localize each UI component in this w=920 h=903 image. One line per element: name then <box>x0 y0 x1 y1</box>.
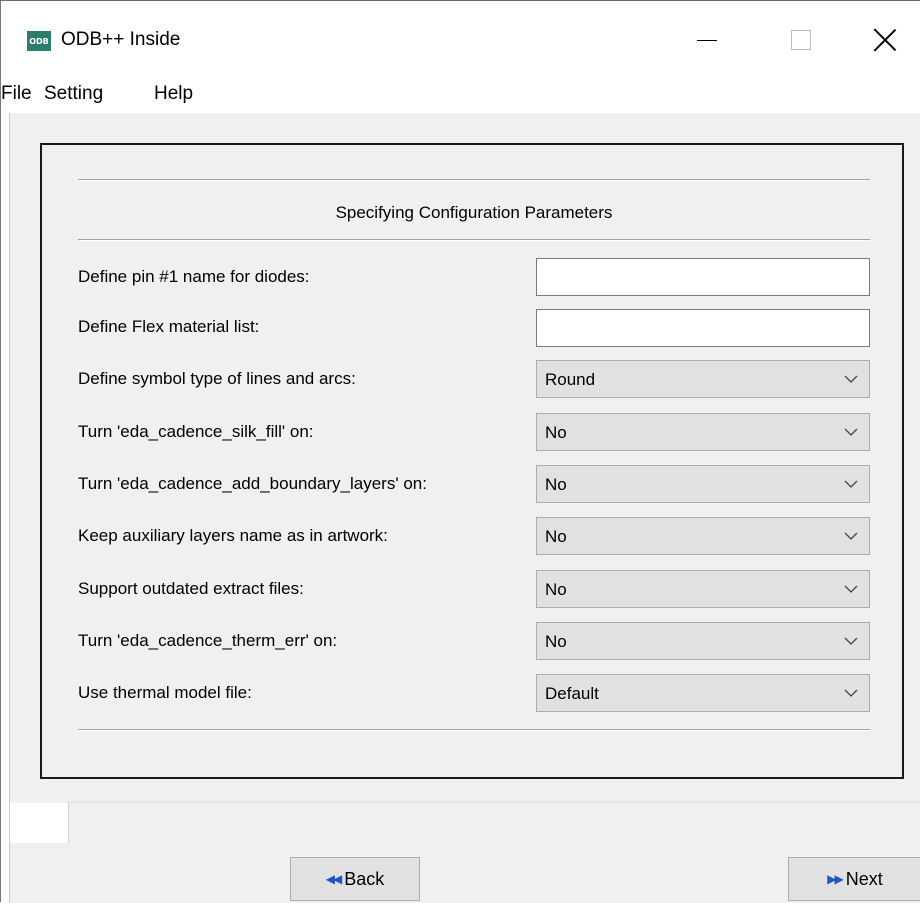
footer-divider <box>68 801 920 803</box>
menu-bar: File Setting Help <box>1 75 920 113</box>
boundary-layers-label: Turn 'eda_cadence_add_boundary_layers' o… <box>78 474 427 493</box>
flex-material-input[interactable] <box>536 309 870 347</box>
section-title: Specifying Configuration Parameters <box>335 203 613 222</box>
back-button[interactable]: ◀◀ Back <box>290 857 420 901</box>
symbol-type-label: Define symbol type of lines and arcs: <box>78 369 356 388</box>
chevron-down-icon <box>844 689 858 697</box>
chevron-down-icon <box>844 375 858 383</box>
title-divider <box>78 239 870 241</box>
symbol-type-value: Round <box>545 370 596 389</box>
aux-layers-select[interactable]: No <box>536 517 870 555</box>
menu-file[interactable]: File <box>1 81 32 107</box>
maximize-button[interactable] <box>765 17 837 63</box>
therm-err-select[interactable]: No <box>536 622 870 660</box>
back-button-label: Back <box>344 868 385 889</box>
flex-material-label: Define Flex material list: <box>78 317 260 336</box>
pin1-diodes-label: Define pin #1 name for diodes: <box>78 267 310 286</box>
footer-tab <box>10 803 68 843</box>
maximize-icon <box>791 30 811 50</box>
bottom-divider <box>78 729 870 731</box>
app-logo-icon: ODB <box>27 31 51 51</box>
therm-err-value: No <box>545 632 567 651</box>
thermal-model-label: Use thermal model file: <box>78 683 252 702</box>
client-area: Specifying Configuration Parameters Defi… <box>9 113 920 903</box>
thermal-model-select[interactable]: Default <box>536 674 870 712</box>
configuration-panel: Specifying Configuration Parameters Defi… <box>40 143 904 779</box>
boundary-layers-select[interactable]: No <box>536 465 870 503</box>
silk-fill-select[interactable]: No <box>536 413 870 451</box>
next-button[interactable]: ▶▶ Next <box>788 857 920 901</box>
chevron-down-icon <box>844 585 858 593</box>
menu-setting[interactable]: Setting <box>44 81 103 107</box>
aux-layers-label: Keep auxiliary layers name as in artwork… <box>78 526 388 545</box>
double-arrow-left-icon: ◀◀ <box>325 872 343 886</box>
aux-layers-value: No <box>545 527 567 546</box>
double-arrow-right-icon: ▶▶ <box>827 872 844 886</box>
minimize-icon <box>697 39 717 41</box>
silk-fill-value: No <box>545 423 567 442</box>
chevron-down-icon <box>844 532 858 540</box>
menu-help[interactable]: Help <box>154 81 193 107</box>
minimize-button[interactable] <box>671 17 743 63</box>
chevron-down-icon <box>844 428 858 436</box>
chevron-down-icon <box>844 480 858 488</box>
therm-err-label: Turn 'eda_cadence_therm_err' on: <box>78 631 338 650</box>
footer-tab-edge <box>68 803 69 843</box>
close-icon <box>874 29 896 51</box>
boundary-layers-value: No <box>545 475 567 494</box>
window-title: ODB++ Inside <box>61 29 181 50</box>
symbol-type-select[interactable]: Round <box>536 360 870 398</box>
app-logo-text: ODB <box>29 36 49 46</box>
chevron-down-icon <box>844 637 858 645</box>
title-bar[interactable]: ODB ODB++ Inside <box>1 1 920 75</box>
silk-fill-label: Turn 'eda_cadence_silk_fill' on: <box>78 422 314 441</box>
outdated-extract-select[interactable]: No <box>536 570 870 608</box>
outdated-extract-label: Support outdated extract files: <box>78 579 304 598</box>
app-window: ODB ODB++ Inside File Setting Help Speci… <box>0 0 920 903</box>
outdated-extract-value: No <box>545 580 567 599</box>
next-button-label: Next <box>845 868 883 889</box>
pin1-diodes-input[interactable] <box>536 258 870 296</box>
top-divider <box>78 179 870 181</box>
thermal-model-value: Default <box>545 684 599 703</box>
close-button[interactable] <box>849 17 920 63</box>
